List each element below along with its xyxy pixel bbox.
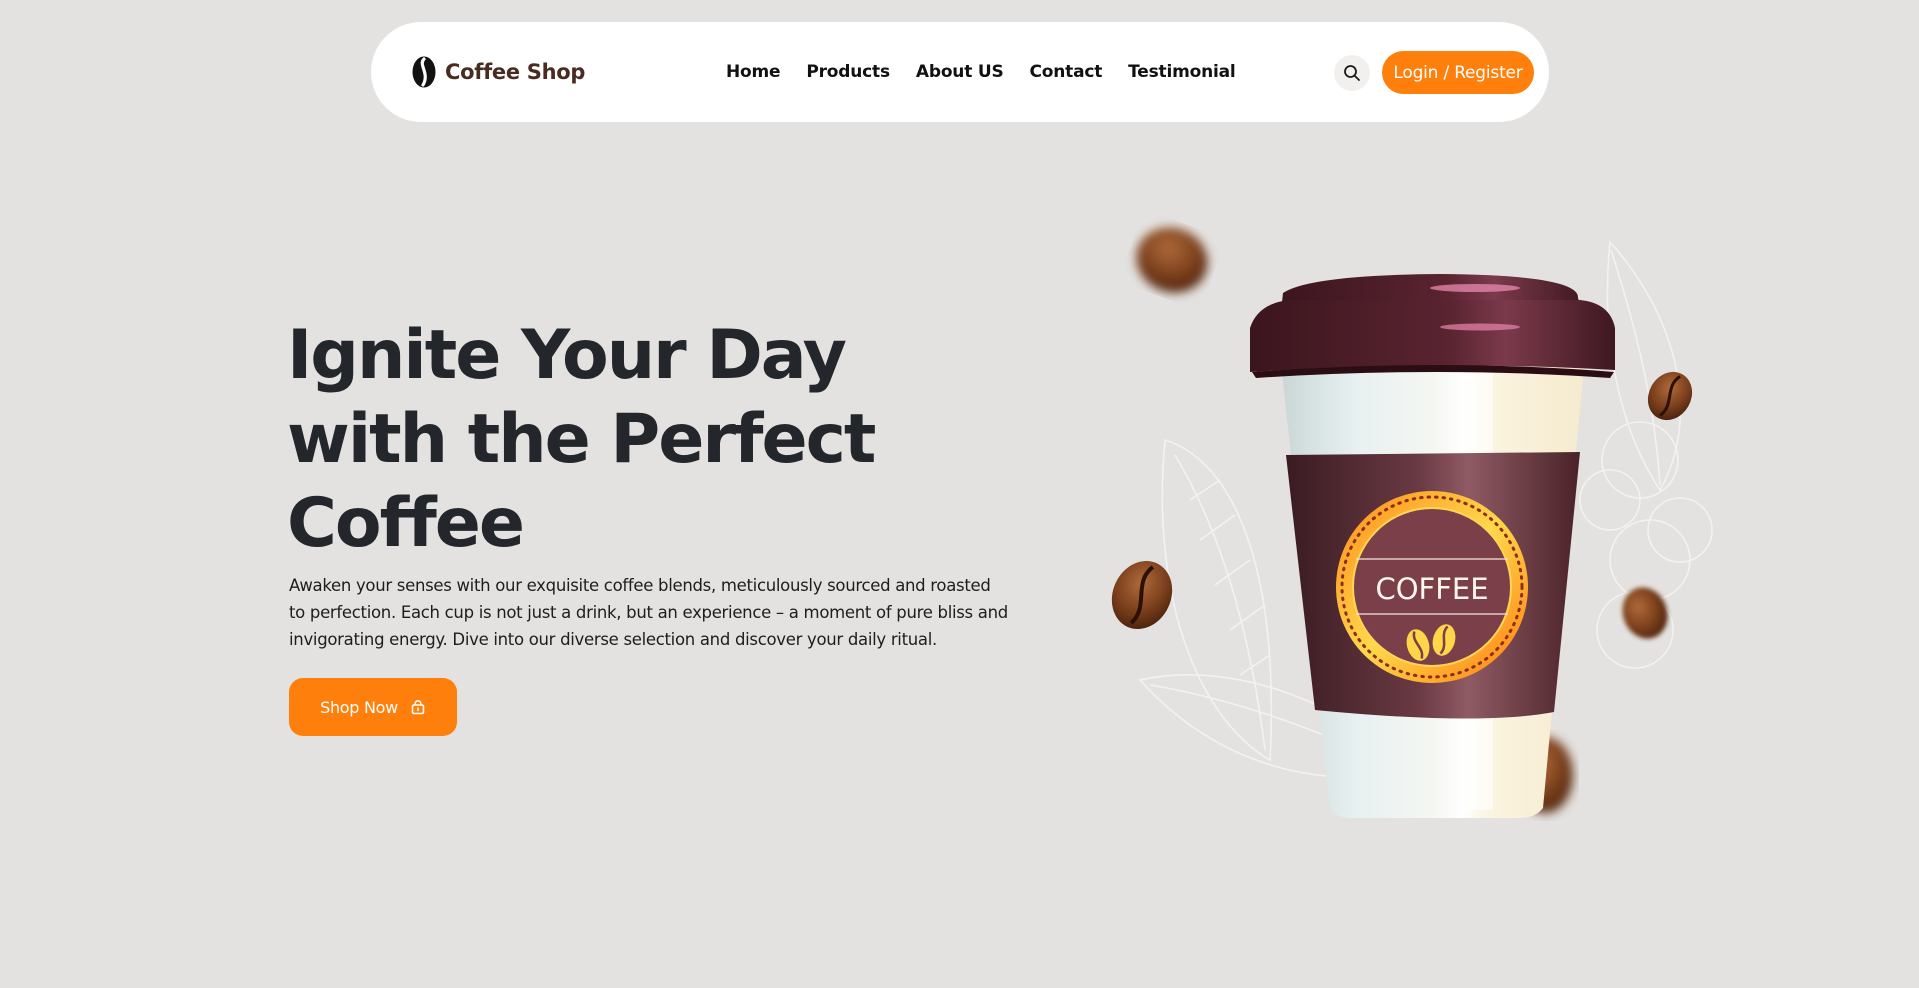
- brand-logo[interactable]: Coffee Shop: [411, 22, 585, 122]
- navbar: Coffee Shop Home Products About US Conta…: [371, 22, 1549, 122]
- hero-title-line-1: Ignite Your Day: [287, 316, 847, 395]
- search-button[interactable]: [1334, 55, 1370, 91]
- shopping-bag-icon: [411, 700, 425, 715]
- login-register-button[interactable]: Login / Register: [1382, 51, 1534, 94]
- nav-about-us[interactable]: About US: [916, 62, 1004, 82]
- shop-now-button[interactable]: Shop Now: [289, 678, 457, 736]
- coffee-bean-logo-icon: [412, 56, 436, 88]
- coffee-cup-graphic: COFFEE: [1111, 227, 1713, 818]
- hero-title-line-2: with the Perfect: [287, 400, 876, 479]
- hero-title: Ignite Your Day with the Perfect Coffee: [287, 314, 907, 566]
- nav-home[interactable]: Home: [726, 62, 781, 82]
- cup-label: COFFEE: [1375, 572, 1488, 606]
- brand-name: Coffee Shop: [445, 60, 586, 84]
- coffee-cup-illustration: COFFEE: [1080, 200, 1720, 850]
- search-icon: [1344, 65, 1360, 81]
- nav-testimonial[interactable]: Testimonial: [1128, 62, 1236, 82]
- hero-description: Awaken your senses with our exquisite co…: [289, 576, 1008, 649]
- hero-title-line-3: Coffee: [287, 484, 525, 563]
- shop-now-label: Shop Now: [320, 697, 398, 717]
- main-nav: Home Products About US Contact Testimoni…: [726, 22, 1236, 122]
- nav-products[interactable]: Products: [806, 62, 890, 82]
- nav-contact[interactable]: Contact: [1030, 62, 1103, 82]
